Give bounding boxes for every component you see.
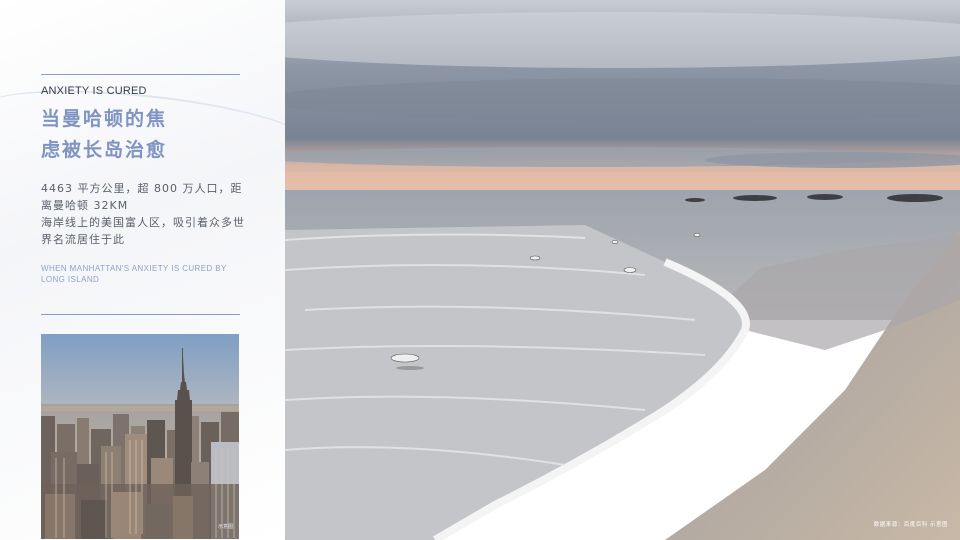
kicker-heading: ANXIETY IS CURED [41, 85, 147, 97]
body-paragraph: 4463 平方公里，超 800 万人口，距离曼哈顿 32KM 海岸线上的美国富人… [41, 180, 246, 248]
title-line-1: 当曼哈顿的焦 [41, 108, 168, 130]
left-text-panel: ANXIETY IS CURED 当曼哈顿的焦 虑被长岛治愈 4463 平方公里… [0, 0, 285, 540]
body-line-2: 海岸线上的美国富人区，吸引着众多世界名流居住于此 [41, 216, 245, 246]
manhattan-skyline-photo: 示意图 [41, 334, 239, 539]
english-subtitle: WHEN MANHATTAN'S ANXIETY IS CURED BY LON… [41, 264, 227, 284]
title-line-2: 虑被长岛治愈 [41, 139, 168, 161]
skyline-illustration [41, 334, 239, 539]
page-title: 当曼哈顿的焦 虑被长岛治愈 [41, 104, 251, 166]
bottom-divider [41, 314, 240, 315]
body-line-1: 4463 平方公里，超 800 万人口，距离曼哈顿 32KM [41, 182, 243, 212]
top-divider [41, 74, 240, 75]
beach-illustration [285, 0, 960, 540]
beach-photo: 数据来源：百度百科 示意图 [285, 0, 960, 540]
city-photo-caption: 示意图 [217, 524, 233, 530]
beach-photo-caption: 数据来源：百度百科 示意图 [873, 522, 948, 528]
